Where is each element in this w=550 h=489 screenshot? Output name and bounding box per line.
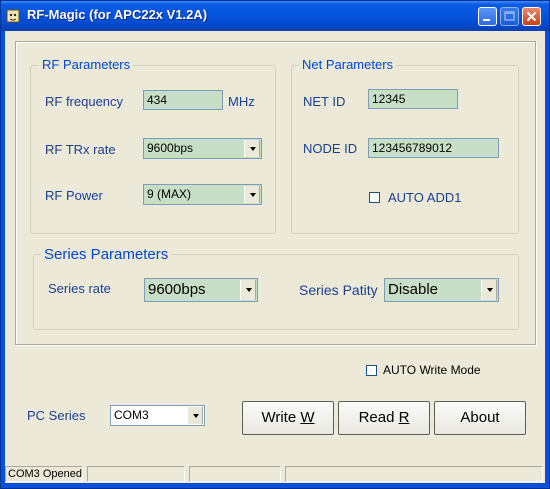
auto-add-label: AUTO ADD1 <box>388 190 462 205</box>
series-parameters-legend: Series Parameters <box>41 246 172 263</box>
series-parity-value: Disable <box>388 281 439 298</box>
chevron-down-icon[interactable] <box>244 140 260 157</box>
series-parity-label: Series Patity <box>299 282 378 298</box>
node-id-label: NODE ID <box>303 141 358 156</box>
dog-icon <box>6 9 20 23</box>
rf-frequency-unit: MHz <box>228 94 255 109</box>
status-pane-3 <box>189 466 281 482</box>
rf-trx-rate-select[interactable]: 9600bps <box>143 138 262 159</box>
main-window: RF-Magic (for APC22x V1.2A) RF Parameter… <box>0 0 550 489</box>
series-rate-value: 9600bps <box>148 281 206 298</box>
close-button[interactable] <box>522 7 541 26</box>
rf-trx-rate-label: RF TRx rate <box>45 142 116 157</box>
chevron-down-icon[interactable] <box>244 186 260 203</box>
series-rate-label: Series rate <box>48 281 111 296</box>
read-button-accel: R <box>398 409 410 426</box>
series-parity-select[interactable]: Disable <box>384 278 499 302</box>
chevron-down-icon[interactable] <box>481 280 497 300</box>
pc-series-value: COM3 <box>114 408 149 422</box>
rf-power-value: 9 (MAX) <box>147 187 192 201</box>
status-pane-4 <box>285 466 543 482</box>
title-bar[interactable]: RF-Magic (for APC22x V1.2A) <box>1 1 549 31</box>
net-id-input[interactable]: 12345 <box>368 89 458 109</box>
maximize-icon <box>504 11 515 21</box>
status-pane-connection: COM3 Opened <box>5 466 83 482</box>
pc-series-label: PC Series <box>27 408 86 423</box>
about-button[interactable]: About <box>434 401 526 435</box>
rf-power-label: RF Power <box>45 188 103 203</box>
maximize-button[interactable] <box>500 7 519 26</box>
write-button-label: Write <box>261 409 301 426</box>
close-icon <box>526 11 537 22</box>
node-id-input[interactable]: 123456789012 <box>368 138 499 158</box>
pc-series-select[interactable]: COM3 <box>110 405 205 426</box>
minimize-icon <box>483 19 490 21</box>
client-area: RF Parameters RF frequency 434 MHz RF TR… <box>5 31 545 483</box>
chevron-down-icon[interactable] <box>240 280 256 300</box>
write-button[interactable]: Write W <box>242 401 334 435</box>
status-bar: COM3 Opened <box>5 463 545 483</box>
series-rate-select[interactable]: 9600bps <box>144 278 258 302</box>
rf-parameters-legend: RF Parameters <box>39 57 134 72</box>
status-pane-2 <box>87 466 185 482</box>
auto-add-checkbox[interactable] <box>369 192 380 203</box>
write-button-accel: W <box>300 409 315 426</box>
window-title: RF-Magic (for APC22x V1.2A) <box>27 7 208 22</box>
rf-frequency-label: RF frequency <box>45 94 124 109</box>
chevron-down-icon[interactable] <box>187 407 203 424</box>
rf-trx-rate-value: 9600bps <box>147 141 194 155</box>
net-parameters-legend: Net Parameters <box>299 57 397 72</box>
rf-frequency-input[interactable]: 434 <box>143 90 223 110</box>
minimize-button[interactable] <box>478 7 497 26</box>
rf-power-select[interactable]: 9 (MAX) <box>143 184 262 205</box>
auto-write-mode-checkbox[interactable] <box>366 365 377 376</box>
read-button[interactable]: Read R <box>338 401 430 435</box>
read-button-label: Read <box>358 409 399 426</box>
auto-write-mode-label: AUTO Write Mode <box>383 363 481 377</box>
net-id-label: NET ID <box>303 94 346 109</box>
